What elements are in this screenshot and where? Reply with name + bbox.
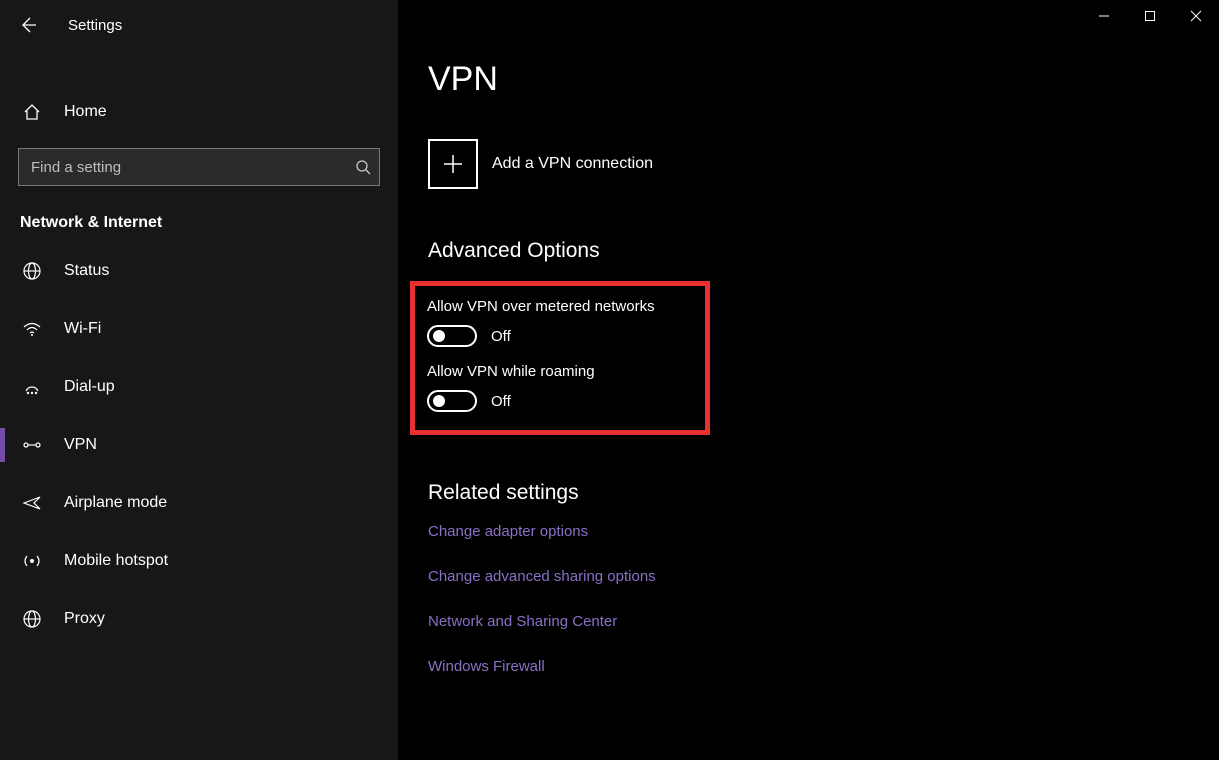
home-label: Home: [64, 103, 107, 121]
toggle-knob: [433, 395, 445, 407]
sidebar-item-label: Status: [64, 262, 109, 280]
close-icon: [1190, 10, 1202, 22]
sidebar-item-airplane[interactable]: Airplane mode: [0, 474, 398, 532]
link-windows-firewall[interactable]: Windows Firewall: [428, 658, 1219, 675]
maximize-icon: [1144, 10, 1156, 22]
sidebar-item-label: Airplane mode: [64, 494, 167, 512]
sidebar-item-status[interactable]: Status: [0, 242, 398, 300]
add-vpn-label: Add a VPN connection: [492, 155, 653, 173]
link-advanced-sharing[interactable]: Change advanced sharing options: [428, 568, 1219, 585]
plus-icon: [442, 153, 464, 175]
sidebar-item-label: Proxy: [64, 610, 105, 628]
toggle-switch-roaming[interactable]: [427, 390, 477, 412]
sidebar-item-label: VPN: [64, 436, 97, 454]
maximize-button[interactable]: [1127, 0, 1173, 32]
dialup-icon: [22, 377, 42, 397]
toggle-state: Off: [491, 328, 511, 345]
toggle-knob: [433, 330, 445, 342]
minimize-button[interactable]: [1081, 0, 1127, 32]
search-input[interactable]: [31, 159, 355, 176]
header-title: Settings: [68, 17, 122, 34]
search-icon: [355, 159, 371, 175]
sidebar-item-wifi[interactable]: Wi-Fi: [0, 300, 398, 358]
airplane-icon: [22, 493, 42, 513]
header-row: Settings: [0, 6, 398, 44]
toggle-label: Allow VPN while roaming: [427, 363, 693, 380]
sidebar-item-vpn[interactable]: VPN: [0, 416, 398, 474]
arrow-left-icon: [19, 16, 37, 34]
search-container: [18, 148, 380, 186]
sidebar-item-home[interactable]: Home: [0, 82, 398, 142]
home-icon: [22, 102, 42, 122]
sidebar-item-label: Wi-Fi: [64, 320, 101, 338]
advanced-options-heading: Advanced Options: [428, 239, 1219, 263]
sidebar-item-proxy[interactable]: Proxy: [0, 590, 398, 648]
toggle-switch-metered[interactable]: [427, 325, 477, 347]
sidebar-item-hotspot[interactable]: Mobile hotspot: [0, 532, 398, 590]
search-box[interactable]: [18, 148, 380, 186]
link-network-sharing-center[interactable]: Network and Sharing Center: [428, 613, 1219, 630]
add-vpn-button[interactable]: Add a VPN connection: [428, 139, 1219, 189]
minimize-icon: [1098, 10, 1110, 22]
page-title: VPN: [428, 60, 1219, 99]
sidebar-item-label: Dial-up: [64, 378, 115, 396]
link-change-adapter[interactable]: Change adapter options: [428, 523, 1219, 540]
proxy-icon: [22, 609, 42, 629]
globe-icon: [22, 261, 42, 281]
toggle-label: Allow VPN over metered networks: [427, 298, 693, 315]
toggle-roaming: Allow VPN while roaming Off: [427, 363, 693, 412]
plus-box: [428, 139, 478, 189]
sidebar-item-label: Mobile hotspot: [64, 552, 168, 570]
window-controls: [1081, 0, 1219, 32]
sidebar: Settings Home Network & Internet Status …: [0, 0, 398, 760]
toggle-state: Off: [491, 393, 511, 410]
toggle-metered: Allow VPN over metered networks Off: [427, 298, 693, 347]
hotspot-icon: [22, 551, 42, 571]
related-settings-heading: Related settings: [428, 481, 1219, 505]
main-content: VPN Add a VPN connection Advanced Option…: [398, 0, 1219, 760]
wifi-icon: [22, 319, 42, 339]
vpn-icon: [22, 435, 42, 455]
highlight-annotation: Allow VPN over metered networks Off Allo…: [410, 281, 710, 435]
back-button[interactable]: [18, 15, 38, 35]
sidebar-section-label: Network & Internet: [0, 186, 398, 242]
sidebar-item-dialup[interactable]: Dial-up: [0, 358, 398, 416]
close-button[interactable]: [1173, 0, 1219, 32]
